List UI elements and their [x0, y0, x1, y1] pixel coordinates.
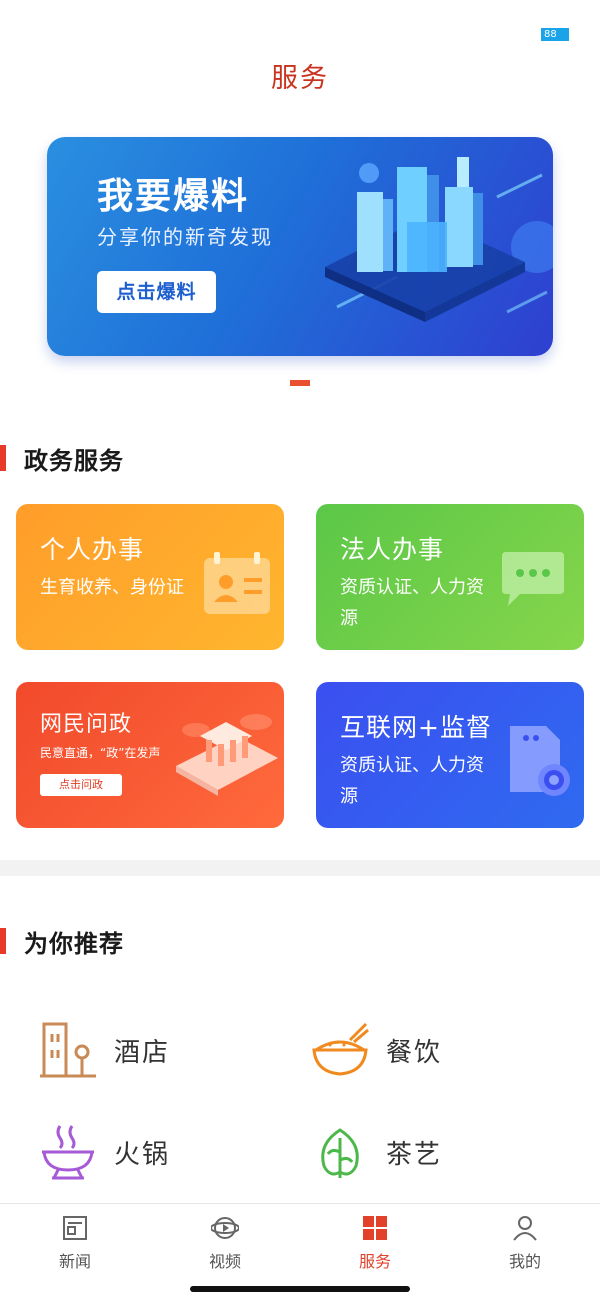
- news-icon: [63, 1216, 87, 1240]
- citizen-inquiry-card[interactable]: 网民问政 民意直通，“政”在发声 点击问政: [16, 682, 284, 828]
- home-indicator[interactable]: [190, 1286, 410, 1292]
- tab-label: 视频: [208, 1252, 241, 1271]
- legal-entity-card[interactable]: 法人办事 资质认证、人力资源: [316, 504, 584, 650]
- recommend-item-hotpot[interactable]: 火锅: [38, 1122, 170, 1182]
- card-title: 互联网+监督: [340, 713, 492, 742]
- inquiry-button[interactable]: 点击问政: [40, 774, 122, 796]
- section-title: 为你推荐: [24, 929, 124, 958]
- personal-affairs-card[interactable]: 个人办事 生育收养、身份证: [16, 504, 284, 650]
- section-divider: [0, 860, 600, 876]
- section-accent-bar: [0, 445, 6, 471]
- tab-news[interactable]: 新闻: [25, 1214, 125, 1272]
- card-title: 法人办事: [340, 535, 445, 564]
- hotel-icon: [40, 1022, 96, 1078]
- tab-profile[interactable]: 我的: [475, 1214, 575, 1272]
- report-button[interactable]: 点击爆料: [97, 271, 216, 313]
- section-accent-bar: [0, 928, 6, 954]
- recommend-label: 火锅: [114, 1139, 171, 1170]
- card-description: 资质认证、人力资源: [340, 577, 484, 629]
- recommend-label: 酒店: [114, 1037, 171, 1068]
- banner-subtitle: 分享你的新奇发现: [97, 225, 273, 249]
- recommend-item-tea[interactable]: 茶艺: [310, 1122, 442, 1182]
- gov-section-header: 政务服务: [0, 443, 124, 475]
- chat-icon: [502, 552, 564, 606]
- tab-video[interactable]: 视频: [175, 1214, 275, 1272]
- section-title: 政务服务: [24, 446, 124, 475]
- city-illustration-icon: [325, 157, 553, 322]
- card-title: 个人办事: [40, 535, 145, 564]
- internet-supervision-card[interactable]: 互联网+监督 资质认证、人力资源: [316, 682, 584, 828]
- tab-label: 我的: [508, 1252, 541, 1271]
- tea-leaf-icon: [321, 1128, 359, 1178]
- battery-indicator: 88: [541, 28, 569, 41]
- profile-icon: [513, 1216, 537, 1241]
- card-description: 生育收养、身份证: [40, 577, 184, 598]
- hotpot-icon: [42, 1125, 94, 1180]
- recommend-item-dining[interactable]: 餐饮: [310, 1020, 442, 1080]
- government-building-icon: [176, 714, 278, 796]
- carousel-indicator[interactable]: [290, 380, 310, 386]
- document-settings-icon: [510, 726, 570, 796]
- page-title: 服务: [271, 63, 329, 94]
- card-title: 网民问政: [40, 712, 133, 737]
- recommend-section-header: 为你推荐: [0, 926, 124, 958]
- rice-bowl-icon: [312, 1022, 369, 1076]
- tab-label: 新闻: [58, 1252, 91, 1271]
- card-description: 资质认证、人力资源: [340, 755, 484, 807]
- id-card-icon: [204, 552, 270, 614]
- card-description: 民意直通，“政”在发声: [40, 746, 161, 760]
- service-grid-icon: [363, 1216, 387, 1240]
- tab-label: 服务: [358, 1252, 391, 1271]
- recommend-label: 茶艺: [386, 1139, 443, 1170]
- recommend-item-hotel[interactable]: 酒店: [38, 1020, 170, 1080]
- video-icon: [211, 1217, 239, 1239]
- tab-service[interactable]: 服务: [325, 1214, 425, 1272]
- banner-title: 我要爆料: [97, 176, 250, 217]
- recommend-label: 餐饮: [386, 1037, 443, 1068]
- report-banner[interactable]: 我要爆料 分享你的新奇发现 点击爆料: [47, 137, 553, 356]
